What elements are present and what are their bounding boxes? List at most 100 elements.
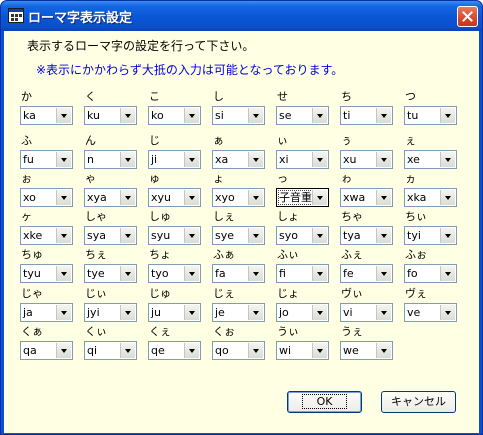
romaji-select[interactable]: jo <box>276 303 329 322</box>
cancel-button[interactable]: キャンセル <box>381 391 456 413</box>
chevron-down-icon[interactable] <box>440 305 455 320</box>
romaji-select[interactable]: n <box>84 150 137 169</box>
chevron-down-icon[interactable] <box>120 108 135 123</box>
close-button[interactable] <box>457 6 478 27</box>
romaji-select[interactable]: fa <box>212 264 265 283</box>
chevron-down-icon[interactable] <box>312 190 327 205</box>
chevron-down-icon[interactable] <box>56 108 71 123</box>
chevron-down-icon[interactable] <box>56 152 71 167</box>
chevron-down-icon[interactable] <box>248 343 263 358</box>
chevron-down-icon[interactable] <box>376 152 391 167</box>
romaji-select[interactable]: qe <box>148 341 201 360</box>
romaji-select[interactable]: tyi <box>404 226 457 245</box>
title-bar[interactable]: ローマ字表示設定 <box>1 1 482 31</box>
romaji-select[interactable]: tyu <box>20 264 73 283</box>
romaji-select[interactable]: xka <box>404 188 457 207</box>
chevron-down-icon[interactable] <box>184 228 199 243</box>
chevron-down-icon[interactable] <box>376 108 391 123</box>
romaji-select[interactable]: tya <box>340 226 393 245</box>
chevron-down-icon[interactable] <box>376 266 391 281</box>
chevron-down-icon[interactable] <box>248 152 263 167</box>
chevron-down-icon[interactable] <box>120 305 135 320</box>
romaji-select[interactable]: qi <box>84 341 137 360</box>
romaji-select[interactable]: tyo <box>148 264 201 283</box>
chevron-down-icon[interactable] <box>312 228 327 243</box>
chevron-down-icon[interactable] <box>312 108 327 123</box>
romaji-select[interactable]: fu <box>20 150 73 169</box>
chevron-down-icon[interactable] <box>440 152 455 167</box>
romaji-select[interactable]: xke <box>20 226 73 245</box>
romaji-select[interactable]: se <box>276 106 329 125</box>
romaji-select[interactable]: xe <box>404 150 457 169</box>
romaji-select[interactable]: ku <box>84 106 137 125</box>
chevron-down-icon[interactable] <box>56 228 71 243</box>
romaji-select[interactable]: xya <box>84 188 137 207</box>
romaji-select[interactable]: xwa <box>340 188 393 207</box>
romaji-select[interactable]: 子音重 <box>276 188 329 207</box>
chevron-down-icon[interactable] <box>376 343 391 358</box>
chevron-down-icon[interactable] <box>56 190 71 205</box>
chevron-down-icon[interactable] <box>312 152 327 167</box>
romaji-select[interactable]: xyo <box>212 188 265 207</box>
romaji-select[interactable]: si <box>212 106 265 125</box>
chevron-down-icon[interactable] <box>312 266 327 281</box>
chevron-down-icon[interactable] <box>248 190 263 205</box>
chevron-down-icon[interactable] <box>56 343 71 358</box>
romaji-select[interactable]: ko <box>148 106 201 125</box>
chevron-down-icon[interactable] <box>312 343 327 358</box>
romaji-select[interactable]: vi <box>340 303 393 322</box>
chevron-down-icon[interactable] <box>184 108 199 123</box>
chevron-down-icon[interactable] <box>440 190 455 205</box>
chevron-down-icon[interactable] <box>376 228 391 243</box>
romaji-select[interactable]: we <box>340 341 393 360</box>
chevron-down-icon[interactable] <box>184 343 199 358</box>
romaji-select[interactable]: xu <box>340 150 393 169</box>
romaji-select[interactable]: ve <box>404 303 457 322</box>
chevron-down-icon[interactable] <box>248 266 263 281</box>
chevron-down-icon[interactable] <box>120 266 135 281</box>
romaji-select[interactable]: xi <box>276 150 329 169</box>
chevron-down-icon[interactable] <box>376 190 391 205</box>
ok-button[interactable]: OK <box>287 391 362 413</box>
romaji-select[interactable]: ja <box>20 303 73 322</box>
romaji-select[interactable]: fo <box>404 264 457 283</box>
romaji-select[interactable]: jyi <box>84 303 137 322</box>
chevron-down-icon[interactable] <box>248 228 263 243</box>
romaji-select[interactable]: fi <box>276 264 329 283</box>
chevron-down-icon[interactable] <box>440 108 455 123</box>
romaji-select[interactable]: ji <box>148 150 201 169</box>
romaji-select[interactable]: xo <box>20 188 73 207</box>
romaji-select[interactable]: ju <box>148 303 201 322</box>
chevron-down-icon[interactable] <box>248 305 263 320</box>
chevron-down-icon[interactable] <box>184 190 199 205</box>
chevron-down-icon[interactable] <box>120 190 135 205</box>
romaji-select[interactable]: qo <box>212 341 265 360</box>
romaji-select[interactable]: je <box>212 303 265 322</box>
romaji-select[interactable]: qa <box>20 341 73 360</box>
chevron-down-icon[interactable] <box>120 343 135 358</box>
chevron-down-icon[interactable] <box>440 228 455 243</box>
chevron-down-icon[interactable] <box>120 152 135 167</box>
chevron-down-icon[interactable] <box>184 305 199 320</box>
romaji-select[interactable]: xyu <box>148 188 201 207</box>
romaji-select[interactable]: sya <box>84 226 137 245</box>
romaji-select[interactable]: xa <box>212 150 265 169</box>
chevron-down-icon[interactable] <box>184 152 199 167</box>
romaji-select[interactable]: sye <box>212 226 265 245</box>
chevron-down-icon[interactable] <box>376 305 391 320</box>
chevron-down-icon[interactable] <box>120 228 135 243</box>
chevron-down-icon[interactable] <box>56 266 71 281</box>
romaji-select[interactable]: fe <box>340 264 393 283</box>
chevron-down-icon[interactable] <box>184 266 199 281</box>
romaji-select[interactable]: tu <box>404 106 457 125</box>
chevron-down-icon[interactable] <box>440 266 455 281</box>
romaji-select[interactable]: syu <box>148 226 201 245</box>
romaji-select[interactable]: syo <box>276 226 329 245</box>
chevron-down-icon[interactable] <box>312 305 327 320</box>
chevron-down-icon[interactable] <box>248 108 263 123</box>
romaji-select[interactable]: wi <box>276 341 329 360</box>
romaji-select[interactable]: ka <box>20 106 73 125</box>
chevron-down-icon[interactable] <box>56 305 71 320</box>
romaji-select[interactable]: tye <box>84 264 137 283</box>
romaji-select[interactable]: ti <box>340 106 393 125</box>
